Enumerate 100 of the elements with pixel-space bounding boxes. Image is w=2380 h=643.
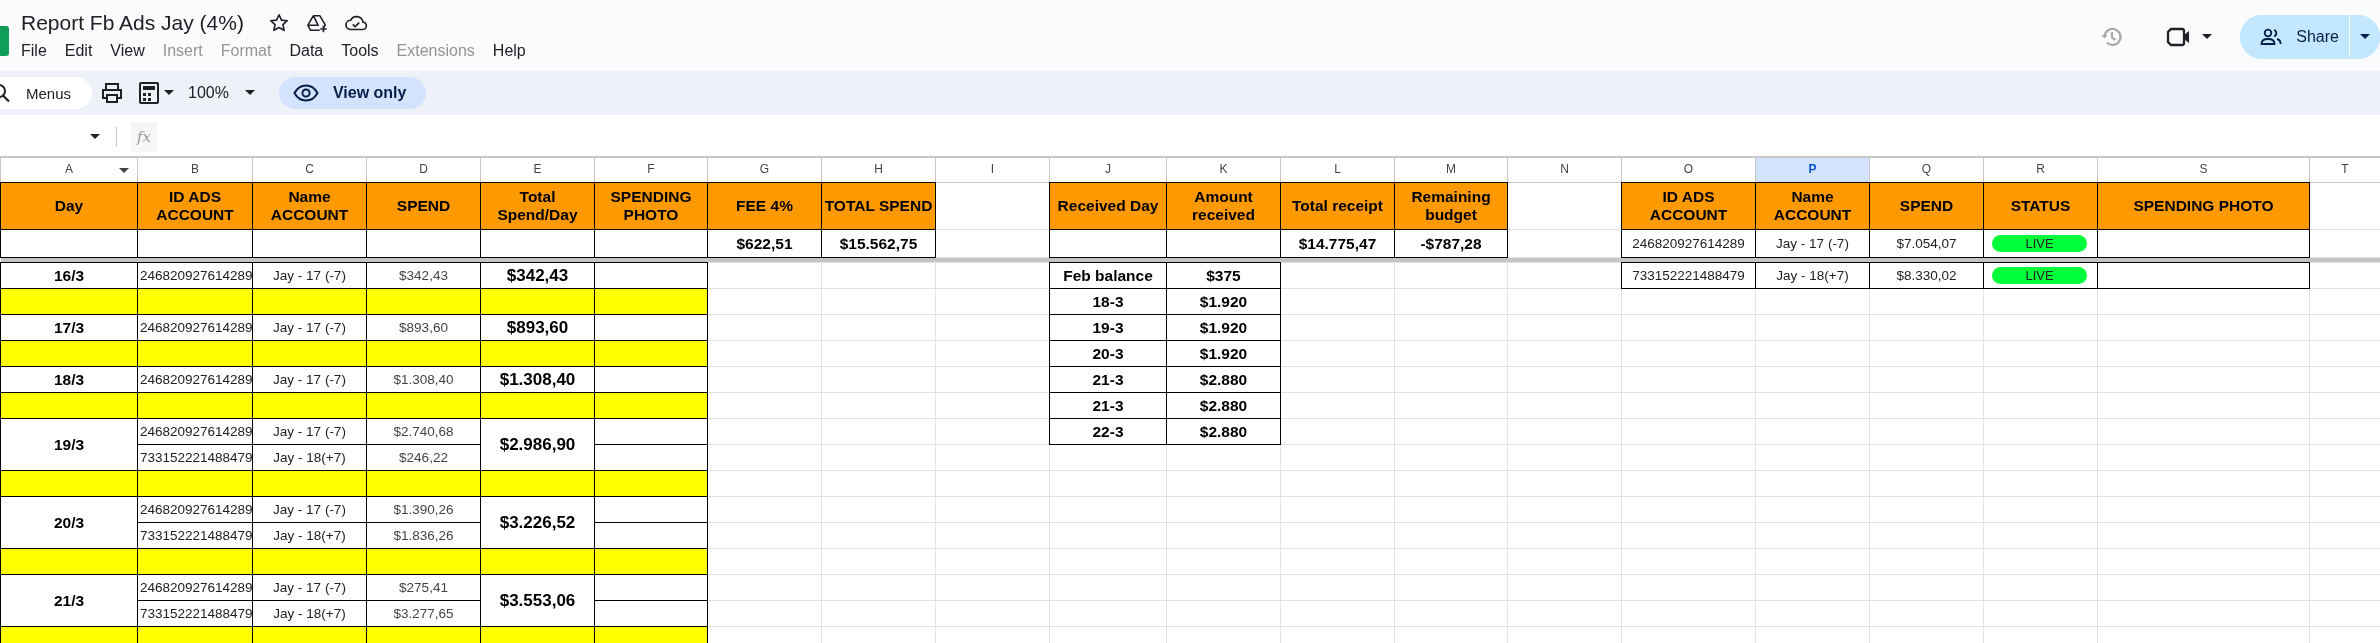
column-heading: TOTAL SPEND [821, 182, 936, 230]
calculator-icon[interactable] [138, 81, 160, 105]
menu-item[interactable]: View [101, 42, 154, 60]
table-cell: $1.920 [1166, 340, 1281, 367]
table-cell: $1.920 [1166, 288, 1281, 315]
column-header[interactable]: P [1755, 157, 1870, 183]
table-cell: 21-3 [1049, 392, 1167, 419]
print-icon[interactable] [100, 82, 124, 104]
column-header[interactable]: C [252, 157, 367, 183]
total-spend: $15.562,75 [821, 229, 936, 258]
column-header[interactable]: H [821, 157, 936, 183]
caret-icon[interactable] [164, 90, 174, 96]
column-heading: SPEND [1869, 182, 1984, 230]
column-header[interactable]: K [1166, 157, 1281, 183]
column-heading: SPENDING PHOTO [594, 182, 708, 230]
zoom-select[interactable]: 100% [188, 84, 229, 102]
table-cell: Jay - 18(+7) [1755, 262, 1870, 289]
day-total: $3.226,52 [480, 496, 595, 549]
column-header[interactable]: J [1049, 157, 1167, 183]
table-cell: $2.880 [1166, 366, 1281, 393]
table-cell: Jay - 17 (-7) [252, 366, 367, 393]
remaining-budget: -$787,28 [1394, 229, 1508, 258]
fee-total: $622,51 [707, 229, 822, 258]
table-cell: 19-3 [1049, 314, 1167, 341]
status-badge: LIVE [1992, 267, 2087, 284]
column-header[interactable]: B [137, 157, 253, 183]
column-header[interactable]: N [1507, 157, 1622, 183]
column-header[interactable]: R [1983, 157, 2098, 183]
table-cell: $1.308,40 [366, 366, 481, 393]
column-header[interactable]: M [1394, 157, 1508, 183]
table-cell: 246820927614289 [137, 314, 253, 341]
menu-item[interactable]: Tools [332, 42, 388, 60]
column-heading: Total receipt [1280, 182, 1395, 230]
caret-icon[interactable] [119, 168, 129, 174]
table-cell: Jay - 17 (-7) [252, 418, 367, 445]
day-total: $1.308,40 [480, 366, 595, 393]
table-cell: $7.054,07 [1869, 229, 1984, 258]
column-heading: ID ADS ACCOUNT [1621, 182, 1756, 230]
day-cell: 21/3 [0, 574, 138, 627]
caret-icon[interactable] [2202, 33, 2213, 40]
document-title[interactable]: Report Fb Ads Jay (4%) [21, 11, 244, 35]
table-cell: $275,41 [366, 574, 481, 601]
menu-item[interactable]: Edit [55, 42, 102, 60]
table-cell: Jay - 17 (-7) [252, 574, 367, 601]
table-cell: Jay - 17 (-7) [252, 496, 367, 523]
column-header[interactable]: F [594, 157, 708, 183]
table-cell: $2.880 [1166, 392, 1281, 419]
table-cell: Jay - 18(+7) [252, 600, 367, 627]
table-cell: $1.390,26 [366, 496, 481, 523]
table-cell: Jay - 17 (-7) [252, 314, 367, 341]
column-header[interactable]: E [480, 157, 595, 183]
share-button[interactable]: Share [2240, 14, 2350, 59]
column-heading: Amount received [1166, 182, 1281, 230]
menu-item[interactable]: File [21, 42, 56, 60]
menu-item[interactable]: Data [280, 42, 333, 60]
table-cell: 733152221488479 [137, 444, 253, 471]
view-only-button[interactable]: View only [278, 77, 427, 109]
star-icon[interactable] [267, 12, 290, 34]
table-cell: Feb balance [1049, 262, 1167, 289]
column-heading: Name ACCOUNT [252, 182, 367, 230]
table-cell: 246820927614289 [137, 574, 253, 601]
table-cell: 20-3 [1049, 340, 1167, 367]
caret-icon[interactable] [90, 134, 100, 140]
caret-icon[interactable] [2360, 33, 2370, 40]
table-cell: $893,60 [366, 314, 481, 341]
column-heading: Received Day [1049, 182, 1167, 230]
table-cell: 246820927614289 [137, 366, 253, 393]
table-cell: $2.740,68 [366, 418, 481, 445]
column-heading: Total Spend/Day [480, 182, 595, 230]
column-header[interactable]: D [366, 157, 481, 183]
table-cell: Jay - 18(+7) [252, 522, 367, 549]
day-cell: 19/3 [0, 418, 138, 471]
column-heading: ID ADS ACCOUNT [137, 182, 253, 230]
day-total: $342,43 [480, 262, 595, 289]
day-cell: 18/3 [0, 366, 138, 393]
column-header[interactable]: S [2097, 157, 2310, 183]
caret-icon[interactable] [244, 90, 255, 96]
day-total: $893,60 [480, 314, 595, 341]
column-header[interactable]: O [1621, 157, 1756, 183]
table-cell: 733152221488479 [137, 522, 253, 549]
column-header[interactable]: T [2309, 157, 2380, 183]
column-header[interactable]: I [935, 157, 1050, 183]
column-heading: FEE 4% [707, 182, 822, 230]
column-heading: SPEND [366, 182, 481, 230]
search-icon[interactable] [0, 84, 13, 102]
table-cell: Jay - 18(+7) [252, 444, 367, 471]
drive-add-icon[interactable] [305, 12, 328, 34]
column-heading: Name ACCOUNT [1755, 182, 1870, 230]
table-cell: $342,43 [366, 262, 481, 289]
column-header[interactable]: Q [1869, 157, 1984, 183]
table-cell: 733152221488479 [137, 600, 253, 627]
table-cell: 21-3 [1049, 366, 1167, 393]
column-header[interactable]: G [707, 157, 822, 183]
table-cell: 18-3 [1049, 288, 1167, 315]
column-header[interactable]: L [1280, 157, 1395, 183]
column-header[interactable]: A [0, 157, 138, 183]
eye-icon [292, 84, 319, 102]
day-total: $3.553,06 [480, 574, 595, 627]
menu-search-field[interactable]: Menus [0, 77, 92, 109]
menu-item[interactable]: Help [483, 42, 535, 60]
